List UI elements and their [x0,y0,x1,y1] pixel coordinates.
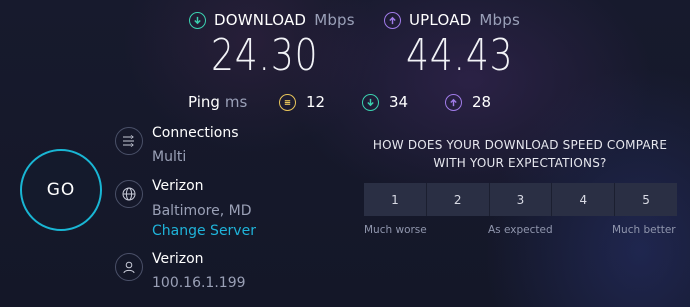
ping-row: Ping ms [188,93,247,111]
rating-option-3[interactable]: 3 [489,183,553,216]
ping-unit: ms [224,93,248,111]
connections-title: Connections [152,125,239,141]
user-icon [115,253,143,281]
download-latency-icon [362,93,379,111]
survey-question-line2: WITH YOUR EXPECTATIONS? [433,156,607,170]
scale-low-label: Much worse [364,224,427,236]
upload-latency-icon [445,93,462,111]
change-server-link[interactable]: Change Server [152,223,256,239]
provider-ip: 100.16.1.199 [152,275,246,291]
survey-question-line1: HOW DOES YOUR DOWNLOAD SPEED COMPARE [372,138,668,152]
ping-idle: 12 [279,93,325,111]
rating-option-2[interactable]: 2 [426,183,490,216]
ping-download-value: 34 [389,93,409,111]
rating-option-1[interactable]: 1 [364,183,427,216]
rating-option-5[interactable]: 5 [615,183,677,216]
download-label: DOWNLOAD [214,11,307,29]
connections-icon [115,127,143,155]
download-arrow-icon [189,11,206,29]
ping-upload: 28 [445,93,491,111]
server-location: Baltimore, MD [152,203,252,219]
upload-header: UPLOAD Mbps [384,11,520,29]
upload-unit: Mbps [479,11,521,29]
rating-option-4[interactable]: 4 [552,183,616,216]
scale-mid-label: As expected [488,224,553,236]
ping-download: 34 [362,93,408,111]
survey-question: HOW DOES YOUR DOWNLOAD SPEED COMPARE WIT… [360,136,680,172]
download-header: DOWNLOAD Mbps [189,11,355,29]
scale-high-label: Much better [612,224,676,236]
download-speed-value: 24.30 [211,30,319,81]
ping-upload-value: 28 [472,93,492,111]
rating-scale: 1 2 3 4 5 [364,183,677,216]
ping-label: Ping [188,93,220,111]
globe-icon [115,180,143,208]
ping-idle-value: 12 [306,93,326,111]
go-button[interactable]: GO [20,149,102,231]
download-unit: Mbps [314,11,355,29]
idle-latency-icon [279,93,296,111]
provider-name: Verizon [152,251,204,267]
server-name: Verizon [152,178,204,194]
upload-speed-value: 44.43 [406,30,514,81]
upload-label: UPLOAD [409,11,472,29]
upload-arrow-icon [384,11,401,29]
connections-mode[interactable]: Multi [152,149,186,165]
